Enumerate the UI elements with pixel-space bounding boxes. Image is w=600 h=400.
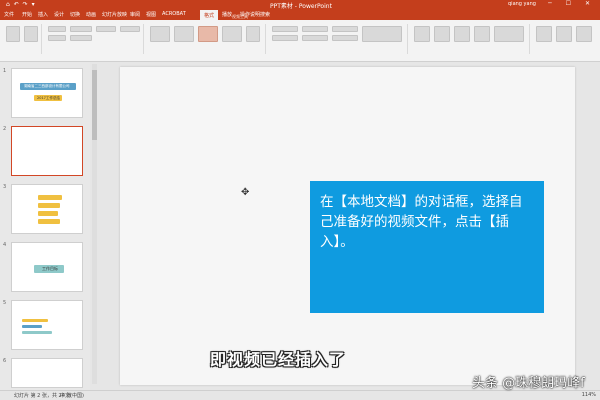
- video-style-2-icon[interactable]: [174, 26, 194, 42]
- crop-icon[interactable]: [414, 26, 430, 42]
- video-shape-icon[interactable]: [96, 26, 116, 32]
- adjust-icon[interactable]: [24, 26, 38, 42]
- language-indicator[interactable]: 中文(中国): [60, 392, 84, 399]
- ribbon-group-misc: [532, 24, 596, 54]
- video-style-4-icon[interactable]: [222, 26, 242, 42]
- tab-acrobat[interactable]: ACROBAT: [162, 11, 186, 17]
- slide-thumbnails-pane: 1 湖南省二三西部设计有限公司 2017工作总结 2 3 4 工作目标 5 6: [0, 62, 90, 390]
- video-style-1-icon[interactable]: [150, 26, 170, 42]
- height-icon[interactable]: [434, 26, 450, 42]
- thumb-number-2: 2: [3, 126, 7, 132]
- corrections-icon[interactable]: [48, 26, 66, 32]
- size-extra-icon[interactable]: [494, 26, 524, 42]
- zoom-level[interactable]: 114%: [582, 392, 596, 398]
- callout-textbox[interactable]: 在【本地文档】的对话框，选择自己准备好的视频文件，点击【插入】。: [310, 181, 544, 313]
- watermark: 头条 @珠穆朗玛峰f: [472, 376, 585, 391]
- slide-editor-area: ✥ 在【本地文档】的对话框，选择自己准备好的视频文件，点击【插入】。: [97, 62, 600, 390]
- tab-view[interactable]: 视图: [146, 11, 156, 18]
- thumb-number-5: 5: [3, 300, 7, 306]
- slide-thumbnail-2-selected[interactable]: [11, 126, 83, 176]
- tab-transitions[interactable]: 切换: [70, 11, 80, 18]
- width-icon[interactable]: [454, 26, 470, 42]
- tab-design[interactable]: 设计: [54, 11, 64, 18]
- callout-text: 在【本地文档】的对话框，选择自己准备好的视频文件，点击【插入】。: [320, 194, 523, 250]
- slide-thumbnail-5[interactable]: [11, 300, 83, 350]
- video-style-3-icon[interactable]: [198, 26, 218, 42]
- ribbon-group-preview: [2, 24, 42, 54]
- slide-thumbnail-4[interactable]: 工作目标: [11, 242, 83, 292]
- misc-3-icon[interactable]: [576, 26, 592, 42]
- slide-thumbnail-6[interactable]: [11, 358, 83, 388]
- misc-1-icon[interactable]: [536, 26, 552, 42]
- thumb3-bar-4: [38, 219, 60, 224]
- video-border-icon[interactable]: [120, 26, 140, 32]
- selection-pane-icon[interactable]: [302, 26, 328, 32]
- slide-thumbnail-1[interactable]: 湖南省二三西部设计有限公司 2017工作总结: [11, 68, 83, 118]
- play-icon[interactable]: [6, 26, 20, 42]
- status-bar: 幻灯片 第 2 张，共 24 张 中文(中国) 114%: [0, 390, 600, 400]
- bring-forward-icon[interactable]: [272, 26, 298, 32]
- poster-frame-icon[interactable]: [70, 26, 92, 32]
- tab-format[interactable]: 格式: [200, 10, 219, 20]
- thumb3-bar-3: [38, 211, 58, 216]
- ribbon-toolbar: [0, 20, 600, 62]
- thumb5-bar-1: [22, 319, 48, 322]
- ribbon-group-arrange: [268, 24, 408, 54]
- ribbon-group-video-styles: [146, 24, 266, 54]
- thumb1-subtitle: 2017工作总结: [37, 96, 60, 100]
- thumb5-bar-2: [22, 325, 42, 328]
- tab-home[interactable]: 开始: [22, 11, 32, 18]
- tab-playback[interactable]: 播放: [222, 11, 232, 18]
- color-icon[interactable]: [48, 35, 66, 41]
- video-caption: 即视频已经插入了: [210, 350, 347, 369]
- tab-review[interactable]: 审阅: [130, 11, 140, 18]
- misc-2-icon[interactable]: [556, 26, 572, 42]
- window-controls[interactable]: ─ ☐ ✕: [548, 0, 596, 7]
- tab-animations[interactable]: 动画: [86, 11, 96, 18]
- reset-design-icon[interactable]: [70, 35, 92, 41]
- thumb1-title: 湖南省二三西部设计有限公司: [24, 84, 70, 88]
- user-name[interactable]: qiang yang: [508, 1, 536, 7]
- thumb-number-1: 1: [3, 68, 7, 74]
- quick-access-toolbar[interactable]: ⌂ ↶ ↷ ▾: [6, 1, 36, 8]
- thumb-number-3: 3: [3, 184, 7, 190]
- thumb4-title: 工作目标: [42, 266, 58, 271]
- ribbon-group-adjust: [44, 24, 144, 54]
- video-effects-icon[interactable]: [246, 26, 260, 42]
- tab-insert[interactable]: 插入: [38, 11, 48, 18]
- thumb-number-4: 4: [3, 242, 7, 248]
- thumb3-bar-1: [38, 195, 62, 200]
- send-backward-icon[interactable]: [272, 35, 298, 41]
- group-icon[interactable]: [332, 26, 358, 32]
- thumb5-bar-3: [22, 331, 52, 334]
- thumb-number-6: 6: [3, 358, 7, 364]
- title-bar: ⌂ ↶ ↷ ▾ PPT素材 - PowerPoint qiang yang ─ …: [0, 0, 600, 10]
- mouse-cursor-icon: ✥: [241, 187, 250, 198]
- thumb3-bar-2: [38, 203, 60, 208]
- align-icon[interactable]: [302, 35, 328, 41]
- arrange-extra-icon[interactable]: [362, 26, 402, 42]
- document-title: PPT素材 - PowerPoint: [270, 3, 332, 10]
- current-slide[interactable]: ✥ 在【本地文档】的对话框，选择自己准备好的视频文件，点击【插入】。: [120, 67, 575, 385]
- tab-slideshow[interactable]: 幻灯片放映: [102, 11, 127, 18]
- tab-file[interactable]: 文件: [4, 11, 14, 18]
- slide-thumbnail-3[interactable]: [11, 184, 83, 234]
- ribbon-tabs: 文件 开始 插入 设计 切换 动画 幻灯片放映 审阅 视图 ACROBAT 视频…: [0, 10, 600, 20]
- tell-me-search[interactable]: 操作说明搜索: [240, 11, 270, 18]
- size-options-icon[interactable]: [474, 26, 490, 42]
- ribbon-group-size: [410, 24, 530, 54]
- rotate-icon[interactable]: [332, 35, 358, 41]
